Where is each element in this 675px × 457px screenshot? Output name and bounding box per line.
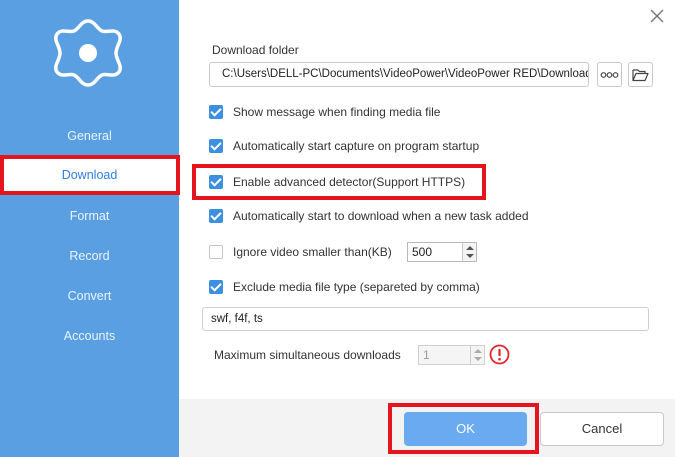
stepper-down-icon[interactable] [466, 254, 474, 258]
show-message-label: Show message when finding media file [233, 105, 441, 119]
download-folder-label: Download folder [212, 43, 299, 57]
stepper-up-icon[interactable] [466, 246, 474, 250]
download-folder-path-input[interactable]: C:\Users\DELL-PC\Documents\VideoPower\Vi… [209, 62, 589, 87]
max-downloads-value: 1 [423, 348, 430, 362]
advanced-detector-checkbox[interactable] [209, 175, 223, 189]
sidebar-item-record[interactable]: Record [0, 246, 179, 266]
ignore-small-checkbox[interactable] [209, 245, 223, 259]
ok-button[interactable]: OK [404, 412, 527, 446]
cancel-button[interactable]: Cancel [540, 412, 664, 446]
auto-download-label: Automatically start to download when a n… [233, 209, 529, 223]
ignore-size-stepper[interactable]: 500 [407, 242, 477, 262]
sidebar-item-download[interactable]: Download [0, 157, 179, 193]
stepper-arrows [470, 346, 484, 364]
max-downloads-label: Maximum simultaneous downloads [214, 348, 401, 362]
sidebar-item-accounts[interactable]: Accounts [0, 326, 179, 346]
max-downloads-stepper[interactable]: 1 [418, 345, 485, 365]
show-message-checkbox[interactable] [209, 105, 223, 119]
sidebar-item-format[interactable]: Format [0, 206, 179, 226]
browse-folder-button[interactable] [628, 62, 653, 87]
more-options-button[interactable] [597, 62, 622, 87]
sidebar: General Download Format Record Convert A… [0, 0, 179, 457]
exclude-types-checkbox[interactable] [209, 280, 223, 294]
advanced-detector-label: Enable advanced detector(Support HTTPS) [233, 175, 466, 189]
auto-capture-checkbox[interactable] [209, 139, 223, 153]
auto-download-checkbox[interactable] [209, 209, 223, 223]
folder-open-icon [632, 68, 649, 81]
stepper-up-icon[interactable] [474, 349, 482, 353]
stepper-down-icon[interactable] [474, 357, 482, 361]
ignore-size-value: 500 [412, 245, 433, 259]
sidebar-item-general[interactable]: General [0, 126, 179, 146]
stepper-arrows [462, 243, 476, 261]
sidebar-item-convert[interactable]: Convert [0, 286, 179, 306]
ellipsis-icon [600, 71, 619, 78]
exclude-types-label: Exclude media file type (separeted by co… [233, 280, 480, 294]
ignore-small-label: Ignore video smaller than(KB) [233, 245, 392, 259]
auto-capture-label: Automatically start capture on program s… [233, 139, 480, 153]
close-icon[interactable] [648, 7, 666, 25]
app-logo-icon [54, 19, 122, 87]
warning-icon[interactable] [489, 344, 510, 365]
exclude-types-input[interactable]: swf, f4f, ts [202, 307, 649, 331]
